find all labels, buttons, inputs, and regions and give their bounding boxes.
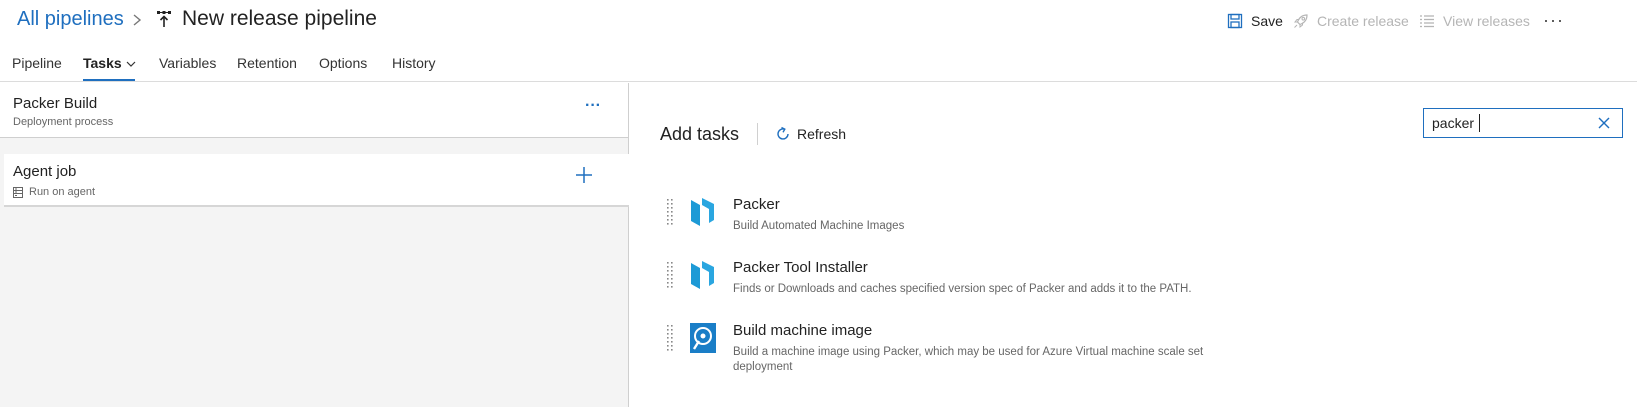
page-title: New release pipeline xyxy=(182,7,377,30)
refresh-label: Refresh xyxy=(797,126,847,142)
task-item-packer-tool-installer[interactable]: Packer Tool Installer Finds or Downloads… xyxy=(630,259,1637,319)
packer-icon xyxy=(691,261,714,289)
active-tab-indicator xyxy=(83,79,135,81)
packer-icon xyxy=(691,198,714,226)
pipeline-process-panel: Packer Build Deployment process ··· Agen… xyxy=(0,83,629,407)
tab-history[interactable]: History xyxy=(392,55,436,71)
chevron-right-icon xyxy=(133,14,142,26)
agent-job-card[interactable]: Agent job Run on agent xyxy=(4,154,629,207)
text-cursor xyxy=(1479,114,1480,132)
add-task-plus-icon[interactable] xyxy=(575,166,593,184)
tab-variables[interactable]: Variables xyxy=(159,55,216,71)
drag-handle-icon[interactable] xyxy=(666,261,674,291)
chevron-down-icon xyxy=(126,61,136,68)
search-value: packer xyxy=(1432,115,1475,131)
page-header: All pipelines New release pipeline Save … xyxy=(0,0,1637,40)
divider xyxy=(757,123,758,145)
breadcrumb-all-pipelines[interactable]: All pipelines xyxy=(17,8,124,31)
drag-handle-icon[interactable] xyxy=(666,324,674,354)
refresh-icon xyxy=(777,126,789,140)
task-name: Build machine image xyxy=(733,322,873,339)
task-item-packer[interactable]: Packer Build Automated Machine Images xyxy=(630,196,1637,256)
tab-pipeline[interactable]: Pipeline xyxy=(12,55,62,71)
list-icon xyxy=(1420,15,1434,28)
task-description: Build Automated Machine Images xyxy=(733,220,905,232)
job-subtitle-label: Run on agent xyxy=(29,186,96,198)
machine-image-icon xyxy=(690,323,716,353)
save-button[interactable]: Save xyxy=(1227,12,1283,30)
drag-handle-icon[interactable] xyxy=(666,198,674,228)
task-search-input[interactable]: packer xyxy=(1423,108,1623,138)
rocket-icon xyxy=(1293,14,1308,29)
add-tasks-title: Add tasks xyxy=(660,124,740,144)
job-subtitle: Run on agent xyxy=(13,186,95,198)
task-description: Finds or Downloads and caches specified … xyxy=(733,283,1192,295)
stage-more-button[interactable]: ··· xyxy=(585,97,601,115)
task-name: Packer xyxy=(733,196,780,213)
save-icon xyxy=(1227,13,1243,29)
job-name: Agent job xyxy=(13,163,77,180)
stage-card[interactable]: Packer Build Deployment process ··· xyxy=(0,83,628,138)
view-releases-label: View releases xyxy=(1443,13,1530,29)
clear-search-icon[interactable] xyxy=(1597,116,1611,130)
stage-name: Packer Build xyxy=(13,95,98,112)
refresh-button[interactable]: Refresh xyxy=(775,126,846,142)
add-tasks-panel: Add tasks Refresh packer Packer Build Au… xyxy=(630,83,1637,407)
tab-options[interactable]: Options xyxy=(319,55,367,71)
save-label: Save xyxy=(1251,13,1283,29)
task-name: Packer Tool Installer xyxy=(733,259,868,276)
task-item-build-machine-image[interactable]: Build machine image Build a machine imag… xyxy=(630,322,1637,382)
tab-tasks[interactable]: Tasks xyxy=(83,55,136,71)
tab-tasks-label: Tasks xyxy=(83,55,122,71)
more-actions-button[interactable]: ··· xyxy=(1543,10,1564,31)
stage-subtitle: Deployment process xyxy=(13,116,114,128)
release-pipeline-icon xyxy=(157,11,171,27)
task-description: Build a machine image using Packer, whic… xyxy=(733,346,1204,373)
pipeline-tabs: Pipeline Tasks Variables Retention Optio… xyxy=(0,50,1637,82)
server-icon xyxy=(13,186,23,198)
create-release-label: Create release xyxy=(1317,13,1409,29)
tab-retention[interactable]: Retention xyxy=(237,55,297,71)
create-release-button[interactable]: Create release xyxy=(1293,12,1409,30)
view-releases-button[interactable]: View releases xyxy=(1419,12,1530,30)
